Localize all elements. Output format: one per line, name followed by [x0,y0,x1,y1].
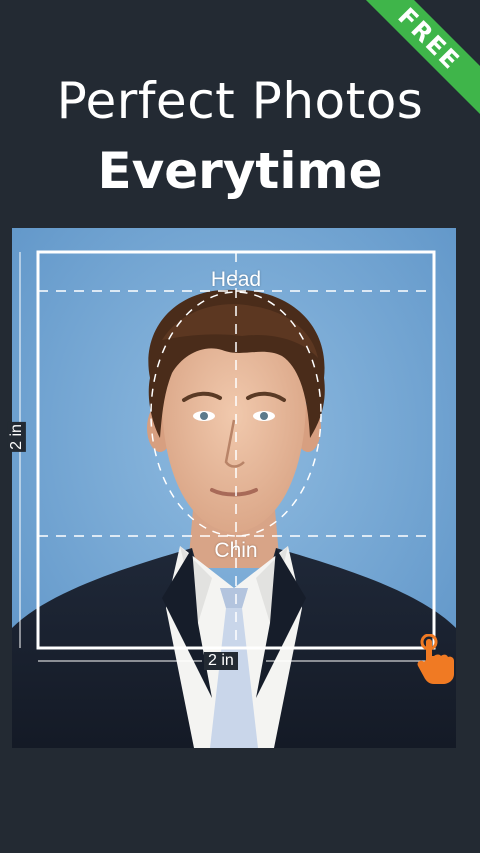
resize-handle[interactable] [416,633,456,686]
headline-line2: Everytime [97,142,383,200]
width-dimension-label: 2 in [204,652,238,670]
screen: FREE Perfect Photos Everytime Head Chin … [0,0,480,853]
ribbon-label: FREE [392,2,466,76]
portrait-photo [12,228,456,748]
head-label: Head [210,268,262,291]
chin-label: Chin [214,539,258,562]
height-dimension-label: 2 in [7,422,26,452]
crop-guides [36,250,436,662]
hand-pointer-icon [417,633,454,684]
headline-line1: Perfect Photos [56,72,424,130]
